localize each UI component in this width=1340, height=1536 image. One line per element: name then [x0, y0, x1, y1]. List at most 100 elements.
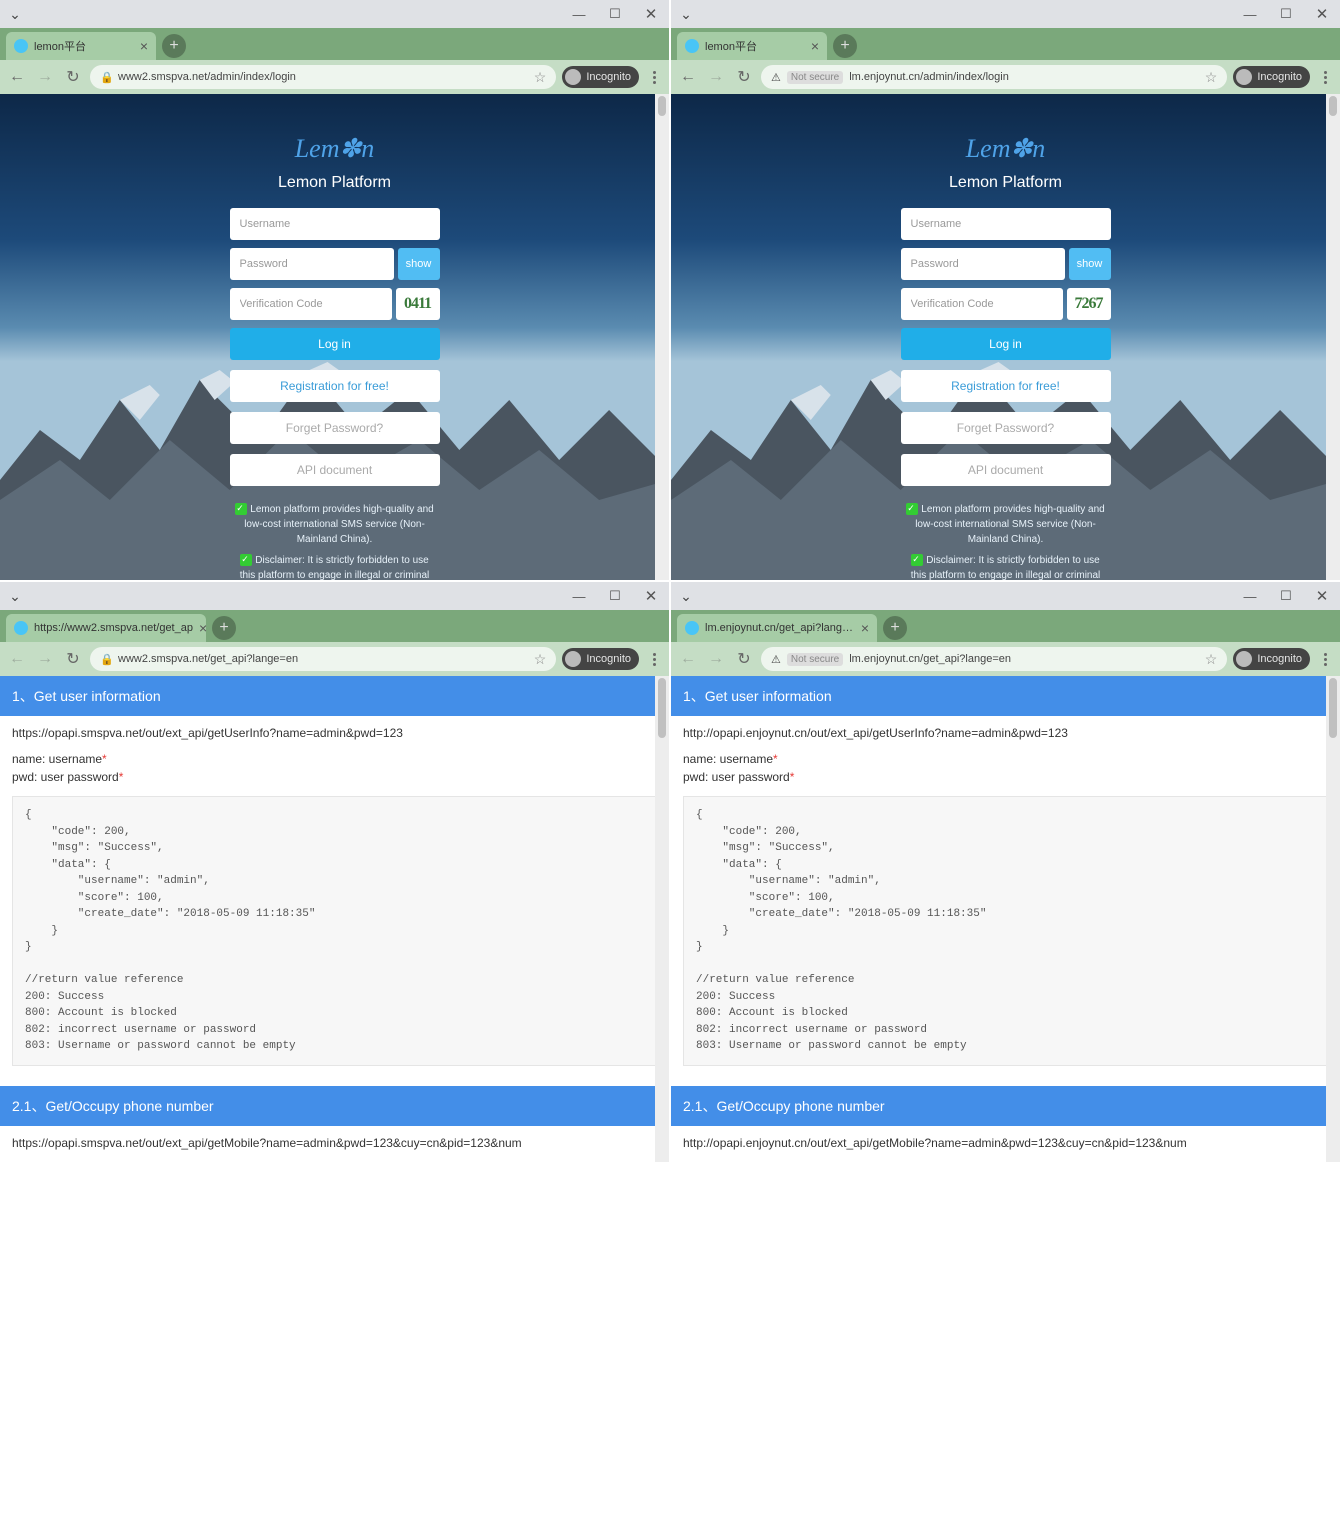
- reload-button[interactable]: ↻: [733, 648, 755, 670]
- show-password-button[interactable]: show: [398, 248, 440, 280]
- maximize-button[interactable]: ☐: [603, 2, 627, 26]
- forward-button[interactable]: →: [705, 66, 727, 88]
- favicon-icon: [685, 39, 699, 53]
- section-header-1: 1、Get user information: [671, 676, 1340, 716]
- menu-button[interactable]: [645, 650, 663, 668]
- api-url-2: http://opapi.enjoynut.cn/out/ext_api/get…: [683, 1136, 1328, 1150]
- back-button[interactable]: ←: [6, 648, 28, 670]
- login-button[interactable]: Log in: [901, 328, 1111, 360]
- browser-tab[interactable]: lemon平台 ×: [677, 32, 827, 60]
- dropdown-icon[interactable]: ⌄: [677, 587, 695, 605]
- register-button[interactable]: Registration for free!: [230, 370, 440, 402]
- address-bar[interactable]: ⚠ Not secure lm.enjoynut.cn/admin/index/…: [761, 65, 1227, 89]
- minimize-button[interactable]: —: [1238, 2, 1262, 26]
- captcha-image[interactable]: 0411: [396, 288, 440, 320]
- dropdown-icon[interactable]: ⌄: [6, 587, 24, 605]
- close-window-button[interactable]: ✕: [1310, 584, 1334, 608]
- new-tab-button[interactable]: +: [833, 34, 857, 58]
- maximize-button[interactable]: ☐: [603, 584, 627, 608]
- dropdown-icon[interactable]: ⌄: [677, 5, 695, 23]
- username-input[interactable]: [230, 208, 440, 240]
- not-secure-label: Not secure: [787, 653, 843, 666]
- api-url-1: https://opapi.smspva.net/out/ext_api/get…: [12, 726, 657, 740]
- password-input[interactable]: [230, 248, 394, 280]
- menu-button[interactable]: [1316, 68, 1334, 86]
- minimize-button[interactable]: —: [1238, 584, 1262, 608]
- show-password-button[interactable]: show: [1069, 248, 1111, 280]
- api-document-button[interactable]: API document: [230, 454, 440, 486]
- close-window-button[interactable]: ✕: [1310, 2, 1334, 26]
- back-button[interactable]: ←: [677, 648, 699, 670]
- forgot-password-button[interactable]: Forget Password?: [230, 412, 440, 444]
- back-button[interactable]: ←: [677, 66, 699, 88]
- logo: Lem✽n: [966, 134, 1046, 164]
- tab-title: lemon平台: [34, 38, 86, 54]
- browser-tab[interactable]: lemon平台 ×: [6, 32, 156, 60]
- bookmark-icon[interactable]: ☆: [1205, 651, 1218, 668]
- close-tab-icon[interactable]: ×: [811, 38, 819, 54]
- reload-button[interactable]: ↻: [62, 66, 84, 88]
- favicon-icon: [685, 621, 699, 635]
- minimize-button[interactable]: —: [567, 584, 591, 608]
- section-header-2: 2.1、Get/Occupy phone number: [671, 1086, 1340, 1126]
- dropdown-icon[interactable]: ⌄: [6, 5, 24, 23]
- address-bar[interactable]: 🔒 www2.smspva.net/admin/index/login ☆: [90, 65, 556, 89]
- maximize-button[interactable]: ☐: [1274, 2, 1298, 26]
- verification-code-input[interactable]: [230, 288, 392, 320]
- tab-title: lemon平台: [705, 38, 757, 54]
- close-window-button[interactable]: ✕: [639, 584, 663, 608]
- close-tab-icon[interactable]: ×: [140, 38, 148, 54]
- new-tab-button[interactable]: +: [212, 616, 236, 640]
- forward-button[interactable]: →: [705, 648, 727, 670]
- disclaimer-1: Lemon platform provides high-quality and…: [230, 502, 440, 547]
- scrollbar[interactable]: [655, 94, 669, 580]
- maximize-button[interactable]: ☐: [1274, 584, 1298, 608]
- login-button[interactable]: Log in: [230, 328, 440, 360]
- back-button[interactable]: ←: [6, 66, 28, 88]
- bookmark-icon[interactable]: ☆: [1205, 69, 1218, 86]
- address-bar[interactable]: ⚠ Not secure lm.enjoynut.cn/get_api?lang…: [761, 647, 1227, 671]
- url-text: lm.enjoynut.cn/admin/index/login: [849, 71, 1009, 83]
- password-input[interactable]: [901, 248, 1065, 280]
- scrollbar[interactable]: [1326, 94, 1340, 580]
- register-button[interactable]: Registration for free!: [901, 370, 1111, 402]
- disclaimer-1: Lemon platform provides high-quality and…: [901, 502, 1111, 547]
- reminder-text: Friendly reminder: It is strongly recomm…: [683, 1160, 1328, 1163]
- browser-tab[interactable]: lm.enjoynut.cn/get_api?lange=en ×: [677, 614, 877, 642]
- verification-code-input[interactable]: [901, 288, 1063, 320]
- incognito-icon: [565, 69, 581, 85]
- incognito-badge: Incognito: [562, 648, 639, 670]
- new-tab-button[interactable]: +: [162, 34, 186, 58]
- favicon-icon: [14, 39, 28, 53]
- new-tab-button[interactable]: +: [883, 616, 907, 640]
- tab-title: lm.enjoynut.cn/get_api?lange=en: [705, 622, 855, 634]
- close-tab-icon[interactable]: ×: [861, 620, 869, 636]
- section-header-2: 2.1、Get/Occupy phone number: [0, 1086, 669, 1126]
- username-input[interactable]: [901, 208, 1111, 240]
- bookmark-icon[interactable]: ☆: [534, 651, 547, 668]
- reload-button[interactable]: ↻: [733, 66, 755, 88]
- code-block-1: { "code": 200, "msg": "Success", "data":…: [683, 796, 1328, 1066]
- forward-button[interactable]: →: [34, 648, 56, 670]
- url-text: lm.enjoynut.cn/get_api?lange=en: [849, 653, 1011, 665]
- browser-tab[interactable]: https://www2.smspva.net/get_ap ×: [6, 614, 206, 642]
- forward-button[interactable]: →: [34, 66, 56, 88]
- scrollbar[interactable]: [1326, 676, 1340, 1162]
- api-document-button[interactable]: API document: [901, 454, 1111, 486]
- reminder-text: Friendly reminder: It is strongly recomm…: [12, 1160, 657, 1163]
- menu-button[interactable]: [645, 68, 663, 86]
- disclaimer-2: Disclaimer: It is strictly forbidden to …: [230, 553, 440, 580]
- bookmark-icon[interactable]: ☆: [534, 69, 547, 86]
- menu-button[interactable]: [1316, 650, 1334, 668]
- close-tab-icon[interactable]: ×: [199, 620, 207, 636]
- forgot-password-button[interactable]: Forget Password?: [901, 412, 1111, 444]
- minimize-button[interactable]: —: [567, 2, 591, 26]
- close-window-button[interactable]: ✕: [639, 2, 663, 26]
- address-bar[interactable]: 🔒 www2.smspva.net/get_api?lange=en ☆: [90, 647, 556, 671]
- param-pwd: pwd: user password*: [683, 768, 1328, 786]
- reload-button[interactable]: ↻: [62, 648, 84, 670]
- incognito-icon: [1236, 69, 1252, 85]
- warning-icon: ⚠: [771, 71, 781, 84]
- scrollbar[interactable]: [655, 676, 669, 1162]
- captcha-image[interactable]: 7267: [1067, 288, 1111, 320]
